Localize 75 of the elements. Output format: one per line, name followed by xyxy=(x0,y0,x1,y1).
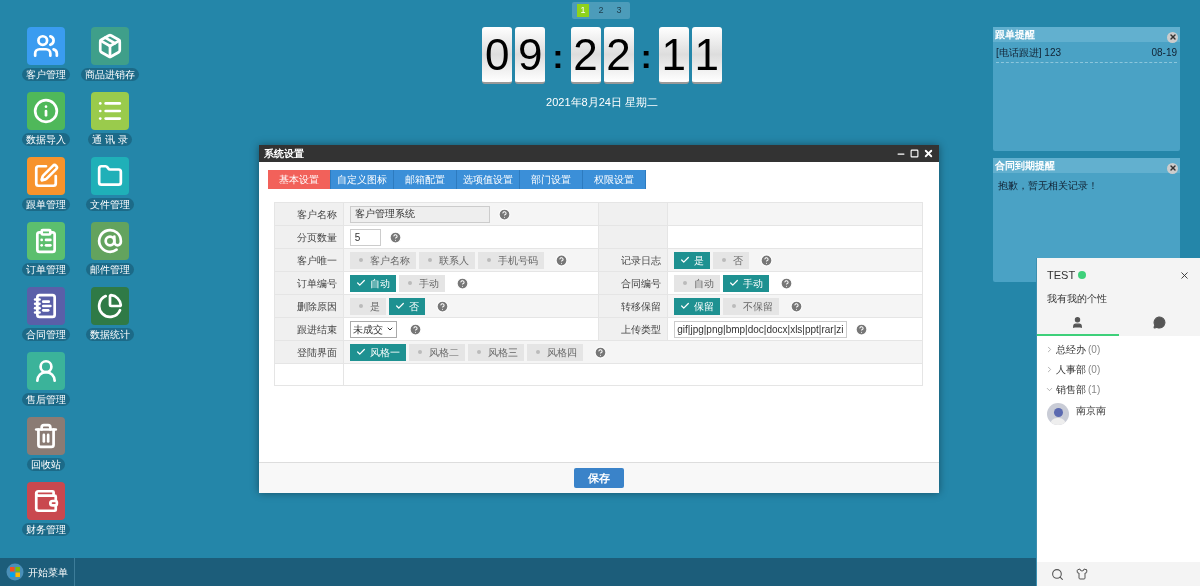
app-label[interactable]: 数据导入 xyxy=(22,133,70,146)
app-label[interactable]: 售后管理 xyxy=(22,393,70,406)
field-label: 登陆界面 xyxy=(296,346,337,358)
date-text: 2021年8月24日 星期二 xyxy=(546,95,658,110)
start-button[interactable]: 开始菜单 xyxy=(0,558,75,586)
user-name: TEST xyxy=(1047,268,1076,283)
select-field[interactable]: 未成交 xyxy=(349,320,397,338)
option-button[interactable]: 是 xyxy=(674,251,711,269)
settings-tab[interactable]: 基本设置 xyxy=(268,170,331,189)
contact-group[interactable]: 总经办 (0) xyxy=(1045,341,1192,357)
flip-digit: 2 xyxy=(570,27,601,84)
flip-digit: 2 xyxy=(603,27,634,84)
field-label: 转移保留 xyxy=(621,300,662,312)
settings-tab[interactable]: 自定义图标 xyxy=(331,170,394,189)
page-button[interactable]: 2 xyxy=(595,4,607,17)
settings-tab[interactable]: 部门设置 xyxy=(520,170,583,189)
contact-group[interactable]: 人事部 (0) xyxy=(1045,361,1192,377)
reminder-date: 08-19 xyxy=(1151,46,1177,60)
field-label: 跟进结束 xyxy=(296,323,337,335)
option-button[interactable]: 自动 xyxy=(674,274,721,292)
settings-tab[interactable]: 选项值设置 xyxy=(457,170,520,189)
flip-digit: 1 xyxy=(658,27,689,84)
field-label: 客户名称 xyxy=(296,208,337,220)
app-label[interactable]: 客户管理 xyxy=(22,68,70,81)
option-button[interactable]: 否 xyxy=(713,251,750,269)
signature-text: 我有我的个性 xyxy=(1047,291,1108,306)
option-button[interactable]: 不保留 xyxy=(723,297,780,315)
option-button[interactable]: 风格一 xyxy=(349,343,406,361)
option-button[interactable]: 风格四 xyxy=(526,343,583,361)
app-label[interactable]: 订单管理 xyxy=(22,263,70,276)
app-label[interactable]: 财务管理 xyxy=(22,523,70,536)
app-label[interactable]: 跟单管理 xyxy=(22,198,70,211)
text-field[interactable]: gif|jpg|png|bmp|doc|docx|xls|ppt|rar|zi xyxy=(674,320,847,338)
option-button[interactable]: 客户名称 xyxy=(349,251,416,269)
reminder-text[interactable]: [电话跟进] 123 xyxy=(996,45,1062,60)
flip-digit: 9 xyxy=(515,27,546,84)
window-title: 系统设置 xyxy=(264,147,304,161)
option-button[interactable]: 风格三 xyxy=(467,343,524,361)
app-label[interactable]: 文件管理 xyxy=(86,198,134,211)
option-button[interactable]: 保留 xyxy=(674,297,721,315)
option-button[interactable]: 风格二 xyxy=(408,343,465,361)
field-label: 分页数量 xyxy=(296,231,337,243)
app-label[interactable]: 邮件管理 xyxy=(86,263,134,276)
option-button[interactable]: 否 xyxy=(388,297,425,315)
option-button[interactable]: 联系人 xyxy=(418,251,475,269)
panel-title: 跟单提醒 xyxy=(995,28,1035,42)
field-label: 合同编号 xyxy=(621,277,662,289)
app-label[interactable]: 通 讯 录 xyxy=(88,133,132,146)
field-label: 订单编号 xyxy=(296,277,337,289)
settings-tab[interactable]: 权限设置 xyxy=(583,170,646,189)
field-label: 客户唯一 xyxy=(296,254,337,266)
app-label[interactable]: 合同管理 xyxy=(22,328,70,341)
app-label[interactable]: 商品进销存 xyxy=(81,68,139,81)
contact-group[interactable]: 销售部 (1) xyxy=(1045,381,1192,397)
field-label: 记录日志 xyxy=(621,254,662,266)
settings-tab[interactable]: 邮箱配置 xyxy=(394,170,457,189)
panel-title: 合同到期提醒 xyxy=(995,159,1055,173)
option-button[interactable]: 手动 xyxy=(723,274,770,292)
page-button[interactable]: 3 xyxy=(613,4,625,17)
flip-digit: 0 xyxy=(482,27,513,84)
option-button[interactable]: 手动 xyxy=(398,274,445,292)
text-field[interactable]: 5 xyxy=(349,228,381,246)
field-label: 上传类型 xyxy=(621,323,662,335)
time-separator: : xyxy=(640,38,652,73)
option-button[interactable]: 是 xyxy=(349,297,386,315)
app-label[interactable]: 数据统计 xyxy=(86,328,134,341)
app-label[interactable]: 回收站 xyxy=(27,458,65,471)
flip-digit: 1 xyxy=(691,27,722,84)
contact-name[interactable]: 南京南 xyxy=(1076,402,1106,418)
empty-message: 抱歉，暂无相关记录！ xyxy=(998,179,1099,193)
time-separator: : xyxy=(552,38,564,73)
save-button[interactable]: 保存 xyxy=(574,468,624,488)
option-button[interactable]: 自动 xyxy=(349,274,396,292)
field-label: 删除原因 xyxy=(296,300,337,312)
option-button[interactable]: 手机号码 xyxy=(477,251,544,269)
